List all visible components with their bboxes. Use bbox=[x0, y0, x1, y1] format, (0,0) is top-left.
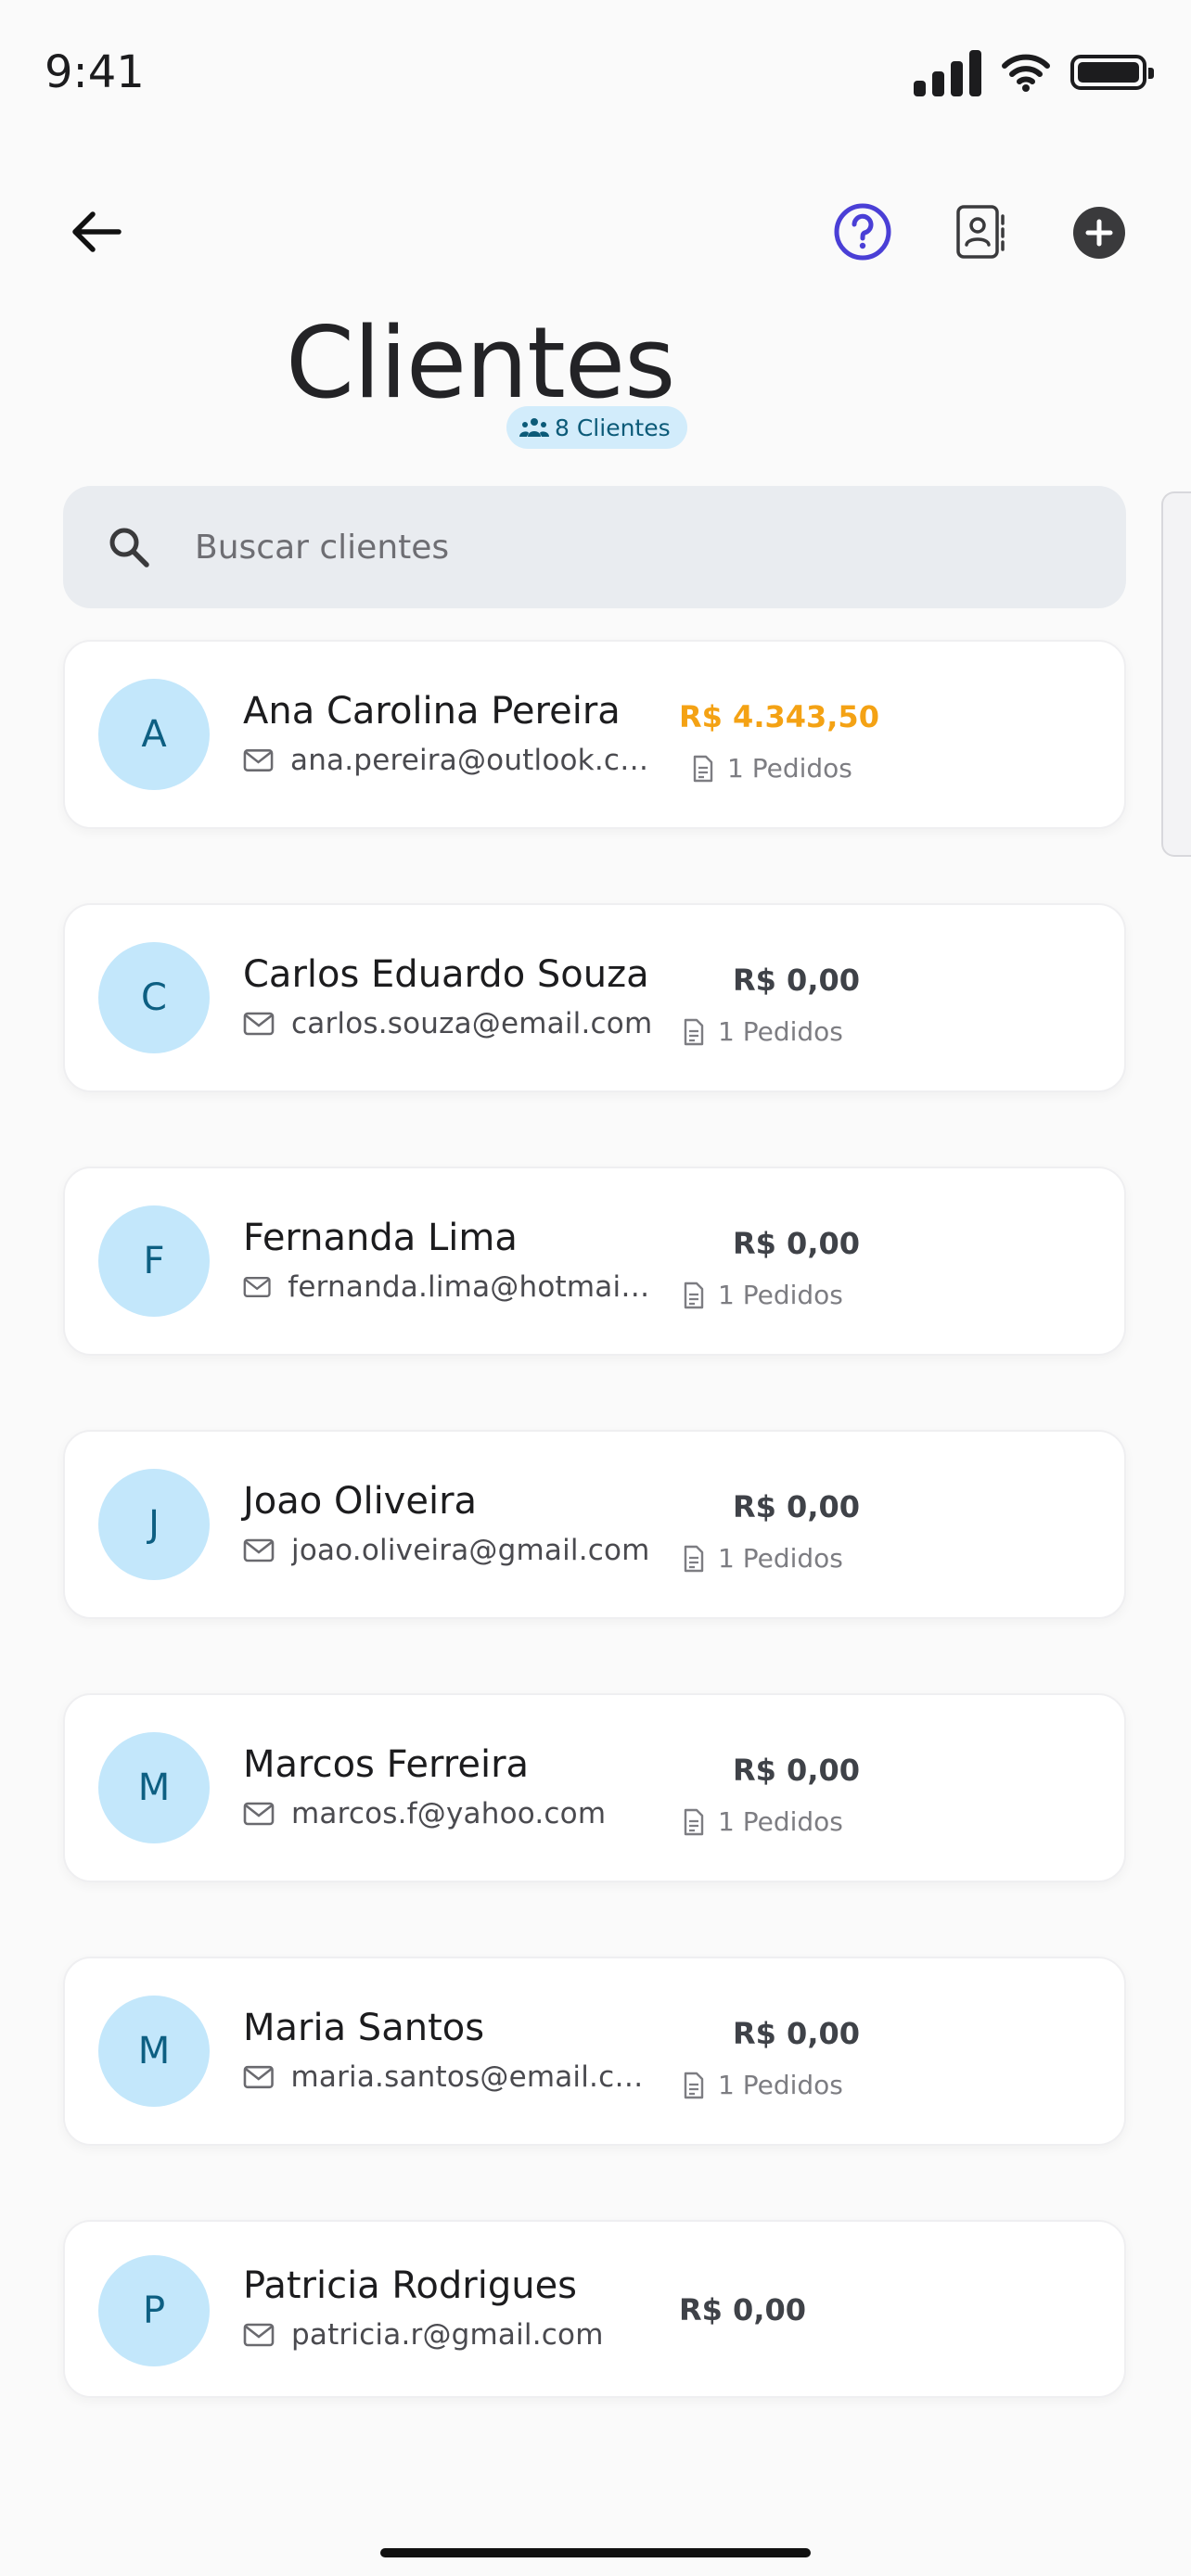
client-email: maria.santos@email.com bbox=[290, 2060, 656, 2094]
document-icon bbox=[693, 755, 713, 782]
client-amount: R$ 0,00 bbox=[733, 963, 860, 998]
document-icon bbox=[684, 2072, 704, 2098]
client-email: patricia.r@gmail.com bbox=[291, 2318, 604, 2352]
client-card[interactable]: M Maria Santos maria.santos@email.com R$… bbox=[63, 1957, 1126, 2146]
avatar: A bbox=[98, 679, 210, 790]
status-time: 9:41 bbox=[45, 46, 145, 98]
orders-text: 1 Pedidos bbox=[718, 1280, 843, 1310]
orders-text: 1 Pedidos bbox=[727, 753, 852, 784]
client-email: joao.oliveira@gmail.com bbox=[291, 1534, 650, 1567]
document-icon bbox=[684, 1545, 704, 1572]
client-name: Ana Carolina Pereira bbox=[243, 690, 621, 733]
client-email-row: ana.pereira@outlook.com bbox=[243, 744, 655, 777]
mail-icon bbox=[243, 1277, 271, 1297]
client-name: Joao Oliveira bbox=[243, 1480, 478, 1523]
avatar: J bbox=[98, 1469, 210, 1580]
orders-count: 1 Pedidos bbox=[692, 753, 852, 784]
mail-icon bbox=[243, 1802, 275, 1826]
back-button[interactable] bbox=[59, 195, 134, 269]
client-email-row: joao.oliveira@gmail.com bbox=[243, 1534, 650, 1567]
avatar: M bbox=[98, 1996, 210, 2107]
home-indicator bbox=[380, 2548, 811, 2557]
orders-count: 1 Pedidos bbox=[683, 1280, 843, 1310]
avatar: F bbox=[98, 1205, 210, 1317]
client-card[interactable]: F Fernanda Lima fernanda.lima@hotmail.co… bbox=[63, 1167, 1126, 1356]
client-name: Maria Santos bbox=[243, 2007, 485, 2049]
document-icon bbox=[684, 1018, 704, 1045]
add-client-button[interactable] bbox=[1070, 204, 1128, 261]
screen: 9:41 Clientes 8 Clientes Buscar clientes… bbox=[0, 0, 1191, 2576]
client-email-row: marcos.f@yahoo.com bbox=[243, 1797, 606, 1830]
contacts-button[interactable] bbox=[944, 195, 1018, 269]
plus-circle-icon bbox=[1073, 207, 1125, 259]
client-name: Fernanda Lima bbox=[243, 1217, 518, 1259]
client-card[interactable]: C Carlos Eduardo Souza carlos.souza@emai… bbox=[63, 903, 1126, 1092]
client-amount: R$ 0,00 bbox=[733, 2016, 860, 2051]
search-bar[interactable] bbox=[63, 486, 1126, 608]
client-email-row: carlos.souza@email.com bbox=[243, 1007, 652, 1040]
document-icon bbox=[684, 1282, 704, 1308]
mail-icon bbox=[243, 1538, 275, 1562]
document-icon bbox=[684, 1808, 704, 1835]
status-bar: 9:41 bbox=[0, 0, 1191, 148]
client-card[interactable]: A Ana Carolina Pereira ana.pereira@outlo… bbox=[63, 640, 1126, 829]
mail-icon bbox=[243, 2323, 275, 2347]
client-card[interactable]: J Joao Oliveira joao.oliveira@gmail.com … bbox=[63, 1430, 1126, 1619]
client-email-row: patricia.r@gmail.com bbox=[243, 2318, 604, 2352]
help-button[interactable] bbox=[827, 197, 898, 267]
side-scroll-handle[interactable] bbox=[1161, 491, 1191, 857]
client-card[interactable]: M Marcos Ferreira marcos.f@yahoo.com R$ … bbox=[63, 1693, 1126, 1882]
client-name: Marcos Ferreira bbox=[243, 1743, 530, 1786]
client-email-row: maria.santos@email.com bbox=[243, 2060, 655, 2094]
client-count-text: 8 Clientes bbox=[555, 414, 671, 441]
status-icons bbox=[914, 48, 1154, 96]
mail-icon bbox=[243, 2065, 274, 2089]
orders-count: 1 Pedidos bbox=[683, 2070, 843, 2100]
orders-count: 1 Pedidos bbox=[683, 1543, 843, 1574]
client-name: Carlos Eduardo Souza bbox=[243, 953, 649, 996]
mail-icon bbox=[243, 1012, 275, 1036]
client-email: fernanda.lima@hotmail.com bbox=[288, 1270, 655, 1304]
wifi-icon bbox=[1002, 54, 1050, 92]
orders-count: 1 Pedidos bbox=[683, 1806, 843, 1837]
client-card[interactable]: P Patricia Rodrigues patricia.r@gmail.co… bbox=[63, 2220, 1126, 2398]
battery-icon bbox=[1070, 55, 1154, 90]
orders-text: 1 Pedidos bbox=[718, 1806, 843, 1837]
client-amount: R$ 0,00 bbox=[733, 1489, 860, 1524]
client-email: marcos.f@yahoo.com bbox=[291, 1797, 607, 1830]
avatar: C bbox=[98, 942, 210, 1053]
client-email: carlos.souza@email.com bbox=[291, 1007, 653, 1040]
client-email-row: fernanda.lima@hotmail.com bbox=[243, 1270, 655, 1304]
client-amount: R$ 0,00 bbox=[679, 2292, 806, 2327]
arrow-left-icon bbox=[72, 211, 122, 252]
avatar: M bbox=[98, 1732, 210, 1843]
client-amount: R$ 4.343,50 bbox=[679, 699, 879, 734]
client-count-badge: 8 Clientes bbox=[506, 406, 687, 449]
client-email: ana.pereira@outlook.com bbox=[290, 744, 655, 777]
client-name: Patricia Rodrigues bbox=[243, 2264, 578, 2307]
cellular-signal-icon bbox=[914, 48, 981, 96]
mail-icon bbox=[243, 749, 274, 772]
search-input[interactable] bbox=[195, 528, 1030, 567]
help-circle-icon bbox=[834, 203, 891, 261]
client-amount: R$ 0,00 bbox=[733, 1753, 860, 1788]
avatar: P bbox=[98, 2255, 210, 2366]
search-icon bbox=[106, 524, 152, 570]
orders-text: 1 Pedidos bbox=[718, 1543, 843, 1574]
page-title: Clientes bbox=[286, 306, 675, 420]
client-amount: R$ 0,00 bbox=[733, 1226, 860, 1261]
orders-text: 1 Pedidos bbox=[718, 2070, 843, 2100]
users-icon bbox=[519, 418, 549, 437]
orders-count: 1 Pedidos bbox=[683, 1016, 843, 1047]
orders-text: 1 Pedidos bbox=[718, 1016, 843, 1047]
contact-book-icon bbox=[956, 205, 1005, 259]
